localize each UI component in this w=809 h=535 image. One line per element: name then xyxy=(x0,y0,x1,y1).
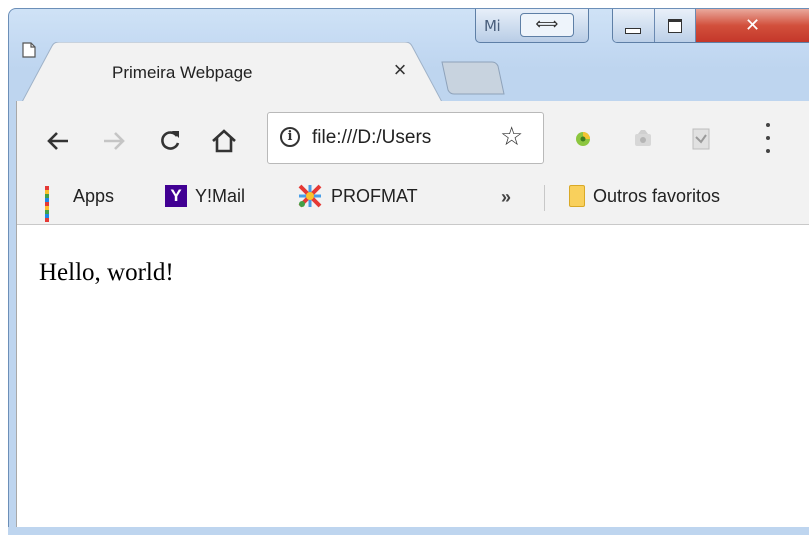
window-bottom-frame xyxy=(8,527,809,535)
ext-colorful-icon[interactable] xyxy=(569,125,597,153)
profmat-icon xyxy=(298,184,322,208)
address-bar[interactable]: i file:///D:/Users ☆ xyxy=(267,112,544,164)
maximize-button[interactable] xyxy=(654,9,697,42)
bookmarks-separator xyxy=(544,185,545,211)
menu-dot xyxy=(766,136,770,140)
site-info-icon[interactable]: i xyxy=(280,127,300,147)
close-icon: ✕ xyxy=(745,15,761,36)
yahoo-mail-icon: Y xyxy=(165,185,187,207)
bookmark-star-icon[interactable]: ☆ xyxy=(500,122,523,152)
minimize-icon xyxy=(625,27,642,34)
back-button[interactable] xyxy=(41,124,75,158)
maximize-icon xyxy=(667,18,682,33)
minimize-button[interactable] xyxy=(613,9,655,42)
menu-dot xyxy=(766,149,770,153)
tab-close-icon[interactable]: × xyxy=(388,58,412,82)
reload-button[interactable] xyxy=(153,124,187,158)
forward-button[interactable] xyxy=(97,124,131,158)
menu-dot xyxy=(766,123,770,127)
apps-grid-icon xyxy=(45,186,65,222)
bookmark-profmat[interactable]: PROFMAT xyxy=(297,181,418,211)
bookmarks-bar: Apps Y Y!Mail PROFMAT » Outros favoritos xyxy=(17,171,809,225)
bookmarks-overflow-button[interactable]: » xyxy=(501,187,511,208)
more-vert-icon[interactable] xyxy=(763,123,773,153)
page-viewport: Hello, world! xyxy=(16,225,809,527)
browser-toolbar: i file:///D:/Users ☆ Apps Y Y!Mail PROFM… xyxy=(16,101,809,225)
partial-window-label: Mi xyxy=(484,17,501,35)
ext-gray-icon[interactable] xyxy=(629,125,657,153)
forward-arrow-icon xyxy=(104,132,125,150)
bookmark-apps[interactable]: Apps xyxy=(45,181,115,222)
bookmark-ymail[interactable]: Y Y!Mail xyxy=(165,181,245,211)
bookmark-other-folder[interactable]: Outros favoritos xyxy=(569,181,720,211)
url-text[interactable]: file:///D:/Users xyxy=(312,127,492,149)
tab-primeira-webpage[interactable]: Primeira Webpage × xyxy=(22,42,442,102)
home-icon xyxy=(212,129,236,153)
bookmark-ymail-label: Y!Mail xyxy=(195,185,246,206)
bookmark-profmat-label: PROFMAT xyxy=(331,185,418,206)
reload-icon xyxy=(161,131,180,150)
bookmark-apps-label: Apps xyxy=(73,185,115,206)
window-caption-buttons: ✕ xyxy=(612,9,809,43)
other-bookmarks-label: Outros favoritos xyxy=(593,185,721,206)
taskbar-partial-window[interactable]: Mi ⟺ xyxy=(475,9,589,43)
home-button[interactable] xyxy=(207,124,241,158)
page-icon xyxy=(22,42,36,58)
folder-icon xyxy=(569,185,585,207)
new-tab-button[interactable] xyxy=(440,60,506,96)
page-body-text: Hello, world! xyxy=(39,259,174,286)
resize-arrows-icon: ⟺ xyxy=(520,13,574,37)
close-window-button[interactable]: ✕ xyxy=(696,9,809,42)
back-arrow-icon xyxy=(47,132,68,150)
ext-doc-icon[interactable] xyxy=(687,125,715,153)
tab-title: Primeira Webpage xyxy=(112,63,253,82)
